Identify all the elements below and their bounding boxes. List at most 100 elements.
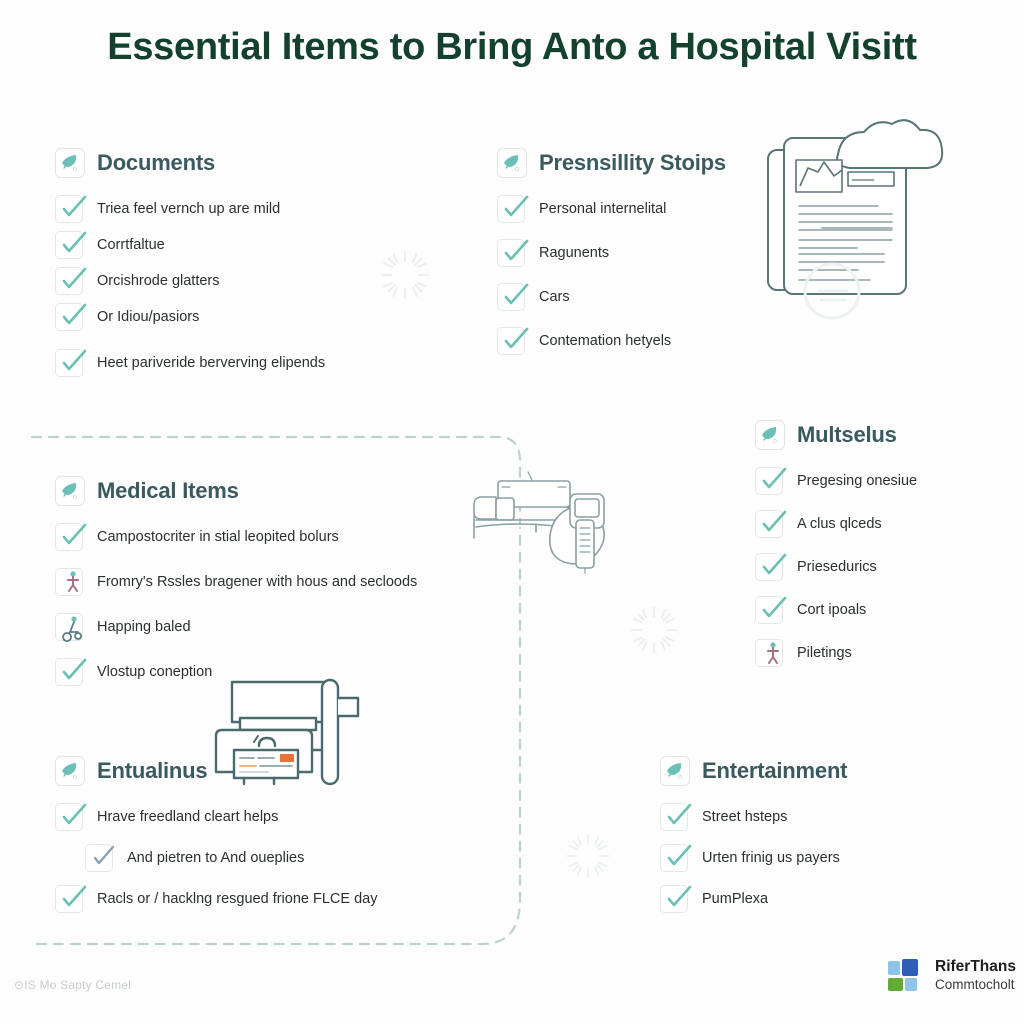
logo-line-2: Commtocholt: [935, 976, 1015, 992]
list-item-label: And pietren to And oueplies: [127, 849, 305, 866]
list-item[interactable]: Pregesing onesiue: [755, 466, 917, 496]
list-item[interactable]: Corrtfaltue: [55, 230, 325, 260]
checkbox-person-icon[interactable]: [55, 613, 83, 642]
logo-mark-icon: [888, 958, 926, 993]
list-item-label: Ragunents: [539, 244, 610, 261]
section-title: Documents: [97, 150, 215, 175]
list-item[interactable]: Heet pariveride berverving elipends: [55, 348, 325, 378]
list-item[interactable]: Hrave freedland cleart helps: [55, 802, 377, 832]
checkbox-checked-icon[interactable]: [55, 195, 87, 223]
section-title: Entualinus: [97, 758, 208, 783]
section-title: Presnsillity Stoips: [539, 150, 726, 175]
list-item[interactable]: Piletings: [755, 638, 917, 668]
list-item-label: Heet pariveride berverving elipends: [97, 354, 326, 371]
section-entualinus: Entualinus Hrave freedland cleart helps …: [55, 756, 377, 920]
list-item[interactable]: Priesedurics: [755, 552, 917, 582]
checkbox-checked-icon[interactable]: [55, 885, 87, 913]
list-item[interactable]: Vlostup coneption: [55, 657, 417, 687]
list-item-label: Cars: [539, 288, 570, 305]
list-item[interactable]: Contemation hetyels: [497, 326, 726, 356]
checkbox-checked-icon[interactable]: [55, 267, 87, 295]
starburst-decoration: [380, 250, 430, 300]
section-presnsillity-stoips: Presnsillity Stoips Personal internelita…: [497, 148, 726, 362]
list-item-label: Urten frinig us payers: [702, 849, 840, 866]
section-medical-items: Medical Items Campostocriter in stial le…: [55, 476, 417, 693]
list-item-label: Vlostup coneption: [97, 663, 213, 680]
checkbox-checked-icon[interactable]: [660, 844, 692, 872]
section-header: Entualinus: [55, 756, 377, 786]
hospital-bed-illustration: [473, 471, 605, 574]
checkbox-person-icon[interactable]: [55, 568, 83, 596]
checkbox-checked-icon[interactable]: [85, 844, 115, 872]
section-title: Medical Items: [97, 478, 239, 503]
checkbox-person-icon[interactable]: [755, 639, 783, 667]
starburst-decoration: [630, 606, 678, 654]
checkbox-checked-icon[interactable]: [55, 803, 87, 831]
section-item-list: Street hsteps Urten frinig us payers Pum…: [660, 802, 847, 914]
list-item-label: Contemation hetyels: [539, 332, 672, 349]
list-item-label: Personal internelital: [539, 200, 667, 217]
checkbox-checked-icon[interactable]: [755, 510, 787, 538]
list-item[interactable]: Orcishrode glatters: [55, 266, 325, 296]
section-header: Medical Items: [55, 476, 417, 506]
section-entertainment: Entertainment Street hsteps Urten frinig…: [660, 756, 848, 920]
checkbox-checked-icon[interactable]: [660, 803, 692, 831]
section-item-list: Pregesing onesiue A clus qlceds Priesedu…: [755, 466, 917, 668]
leaf-check-icon: [55, 756, 85, 786]
checkbox-checked-icon[interactable]: [55, 303, 87, 331]
checkbox-checked-icon[interactable]: [755, 596, 787, 624]
list-item-label: Orcishrode glatters: [97, 272, 220, 289]
checkbox-checked-icon[interactable]: [55, 658, 87, 686]
section-title: Multselus: [797, 422, 897, 447]
list-item-label: Hrave freedland cleart helps: [97, 808, 279, 825]
section-title: Entertainment: [702, 758, 848, 783]
checkbox-checked-icon[interactable]: [55, 523, 87, 551]
list-item[interactable]: Personal internelital: [497, 194, 726, 224]
checkbox-checked-icon[interactable]: [55, 231, 87, 259]
section-header: Presnsillity Stoips: [497, 148, 726, 178]
list-item[interactable]: Cars: [497, 282, 726, 312]
list-item-label: Piletings: [797, 644, 852, 661]
list-item[interactable]: Street hsteps: [660, 802, 847, 832]
list-item[interactable]: Urten frinig us payers: [660, 843, 847, 873]
checkbox-checked-icon[interactable]: [755, 553, 787, 581]
starburst-decoration: [566, 834, 610, 878]
list-item[interactable]: Ragunents: [497, 238, 726, 268]
section-header: Multselus: [755, 420, 917, 450]
brand-logo: RiferThans Commtocholt: [888, 958, 1016, 993]
checkbox-checked-icon[interactable]: [755, 467, 787, 495]
section-header: Entertainment: [660, 756, 848, 786]
list-item[interactable]: And pietren to And oueplies: [55, 843, 377, 873]
section-documents: Documents Triea feel vernch up are mild …: [55, 148, 325, 384]
leaf-check-icon: [55, 476, 85, 506]
footer-note: ⊙IS Mo Sapty Cemel: [14, 978, 132, 992]
list-item[interactable]: Cort ipoals: [755, 595, 917, 625]
checkbox-checked-icon[interactable]: [660, 885, 692, 913]
leaf-check-icon: [755, 420, 785, 450]
list-item-label: A clus qlceds: [797, 515, 882, 532]
list-item[interactable]: Or Idiou/pasiors: [55, 302, 325, 332]
list-item[interactable]: PumPlexa: [660, 884, 847, 914]
checkbox-checked-icon[interactable]: [497, 239, 529, 267]
checkbox-checked-icon[interactable]: [497, 327, 529, 355]
leaf-check-icon: [660, 756, 690, 786]
checkbox-checked-icon[interactable]: [497, 195, 529, 223]
list-item[interactable]: Racls or / hacklng resgued frione FLCE d…: [55, 884, 377, 914]
section-item-list: Personal internelital Ragunents Cars Con…: [497, 194, 726, 356]
list-item[interactable]: Fromry's Rssles bragener with hous and s…: [55, 567, 417, 597]
document-cloud-illustration: [767, 119, 944, 320]
list-item[interactable]: Campostocriter in stial leopited bolurs: [55, 522, 417, 552]
checkbox-checked-icon[interactable]: [497, 283, 529, 311]
checkbox-checked-icon[interactable]: [55, 349, 87, 377]
list-item-label: Happing baled: [97, 618, 191, 635]
logo-line-1: RiferThans: [935, 958, 1016, 975]
list-item[interactable]: A clus qlceds: [755, 509, 917, 539]
list-item-label: Priesedurics: [797, 558, 877, 575]
list-item-label: Corrtfaltue: [97, 236, 165, 253]
page-title: Essential Items to Bring Anto a Hospital…: [107, 26, 917, 68]
list-item-label: PumPlexa: [702, 890, 769, 907]
list-item[interactable]: Triea feel vernch up are mild: [55, 194, 325, 224]
list-item[interactable]: Happing baled: [55, 612, 417, 642]
section-header: Documents: [55, 148, 325, 178]
leaf-check-icon: [55, 148, 85, 178]
